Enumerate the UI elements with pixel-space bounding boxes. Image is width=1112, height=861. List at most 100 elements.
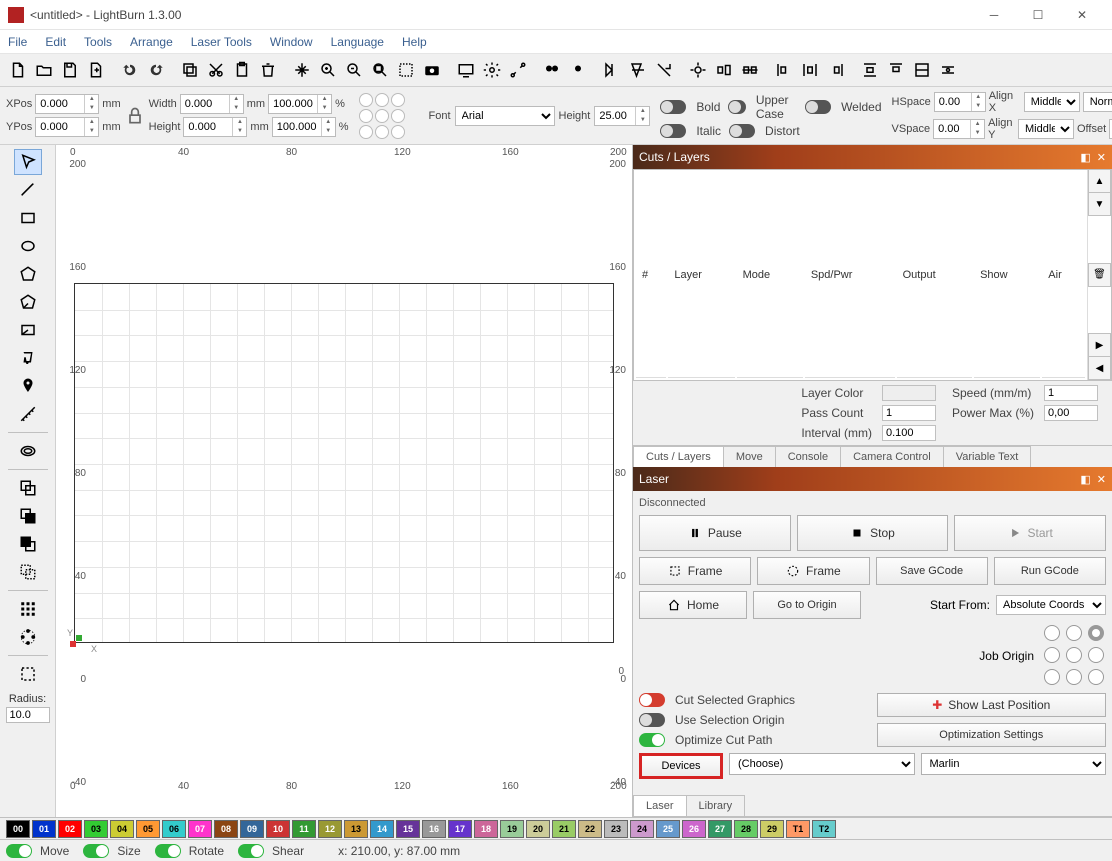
start-from-select[interactable]: Absolute Coords [996,595,1106,615]
palette-18[interactable]: 18 [474,820,498,838]
copy-icon[interactable] [178,58,202,82]
machine-select[interactable]: Marlin [921,753,1107,775]
select-tool[interactable] [14,149,42,175]
start-button[interactable]: Start [954,515,1106,551]
home-button[interactable]: Home [639,591,747,619]
save-gcode-button[interactable]: Save GCode [876,557,988,585]
zoom-fit-icon[interactable] [368,58,392,82]
frame-hull-button[interactable]: Frame [757,557,869,585]
dist-top-icon[interactable] [884,58,908,82]
aligny-select[interactable]: Middle [1018,119,1074,139]
import-icon[interactable] [84,58,108,82]
redo-icon[interactable] [144,58,168,82]
menu-help[interactable]: Help [402,35,427,49]
palette-01[interactable]: 01 [32,820,56,838]
subtract-tool[interactable] [14,503,42,529]
tab-laser[interactable]: Laser [633,795,687,816]
xpos-input[interactable] [36,95,84,113]
maximize-button[interactable]: ☐ [1016,2,1060,28]
ungroup-icon[interactable] [566,58,590,82]
device-choose-select[interactable]: (Choose) [729,753,915,775]
palette-26[interactable]: 26 [682,820,706,838]
run-gcode-button[interactable]: Run GCode [994,557,1106,585]
pan-icon[interactable] [290,58,314,82]
zoom-out-icon[interactable] [342,58,366,82]
weld-tool[interactable] [14,475,42,501]
palette-25[interactable]: 25 [656,820,680,838]
zoom-in-icon[interactable] [316,58,340,82]
same-height-icon[interactable] [936,58,960,82]
palette-11[interactable]: 11 [292,820,316,838]
undock-icon[interactable]: ◧ [1080,151,1090,164]
preview-icon[interactable] [454,58,478,82]
layer-left-button[interactable]: ◀ [1088,356,1111,380]
union-tool[interactable] [14,559,42,585]
rotate-mode[interactable]: Rotate [189,844,224,858]
menu-file[interactable]: File [8,35,27,49]
welded-toggle[interactable]: Welded [841,100,881,114]
palette-02[interactable]: 02 [58,820,82,838]
height-pct-input[interactable] [273,118,321,136]
palette-14[interactable]: 14 [370,820,394,838]
dist-right-icon[interactable] [824,58,848,82]
radial-array-tool[interactable] [14,624,42,650]
palette-20[interactable]: 20 [526,820,550,838]
palette-08[interactable]: 08 [214,820,238,838]
align-v-icon[interactable] [738,58,762,82]
tab-camera[interactable]: Camera Control [840,446,944,467]
menu-edit[interactable]: Edit [45,35,66,49]
dist-v-icon[interactable] [858,58,882,82]
ypos-input[interactable] [36,118,84,136]
close-panel-icon[interactable]: ✕ [1097,151,1106,164]
tab-console[interactable]: Console [775,446,841,467]
pass-count-input[interactable] [882,405,936,421]
edit-vector-tool[interactable] [14,661,42,687]
tab-move[interactable]: Move [723,446,776,467]
palette-03[interactable]: 03 [84,820,108,838]
palette-28[interactable]: 28 [734,820,758,838]
move-mode[interactable]: Move [40,844,69,858]
radius-input[interactable] [6,707,50,723]
alignx-select[interactable]: Middle [1024,92,1080,112]
stop-button[interactable]: Stop [797,515,949,551]
show-last-position-button[interactable]: ✚Show Last Position [877,693,1107,717]
palette-21[interactable]: 21 [552,820,576,838]
grid-array-tool[interactable] [14,596,42,622]
vspace-input[interactable] [934,120,970,138]
open-icon[interactable] [32,58,56,82]
rect-tool[interactable] [14,205,42,231]
power-max-input[interactable] [1044,405,1098,421]
delete-icon[interactable] [256,58,280,82]
undock-laser-icon[interactable]: ◧ [1080,473,1090,486]
height-input[interactable] [184,118,232,136]
palette-09[interactable]: 09 [240,820,264,838]
layer-down-button[interactable]: ▼ [1088,192,1111,216]
intersect-tool[interactable] [14,531,42,557]
rotate-icon[interactable] [652,58,676,82]
text-tool[interactable] [14,345,42,371]
tab-library[interactable]: Library [686,795,746,816]
palette-04[interactable]: 04 [110,820,134,838]
polygon-tool[interactable] [14,261,42,287]
undo-icon[interactable] [118,58,142,82]
palette-T2[interactable]: T2 [812,820,836,838]
optimization-settings-button[interactable]: Optimization Settings [877,723,1107,747]
paste-icon[interactable] [230,58,254,82]
frame-rect-button[interactable]: Frame [639,557,751,585]
mirror-v-icon[interactable] [626,58,650,82]
optimize-cut-toggle[interactable]: Optimize Cut Path [675,733,772,747]
offset-tool[interactable] [14,438,42,464]
cut-icon[interactable] [204,58,228,82]
devices-button[interactable]: Devices [639,753,723,779]
menu-tools[interactable]: Tools [84,35,112,49]
shear-mode[interactable]: Shear [272,844,304,858]
save-icon[interactable] [58,58,82,82]
tab-cuts[interactable]: Cuts / Layers [633,446,724,467]
mirror-h-icon[interactable] [600,58,624,82]
dist-h-icon[interactable] [798,58,822,82]
upper-toggle[interactable]: Upper Case [756,93,797,121]
palette-16[interactable]: 16 [422,820,446,838]
new-icon[interactable] [6,58,30,82]
palette-23[interactable]: 23 [604,820,628,838]
menu-language[interactable]: Language [331,35,384,49]
